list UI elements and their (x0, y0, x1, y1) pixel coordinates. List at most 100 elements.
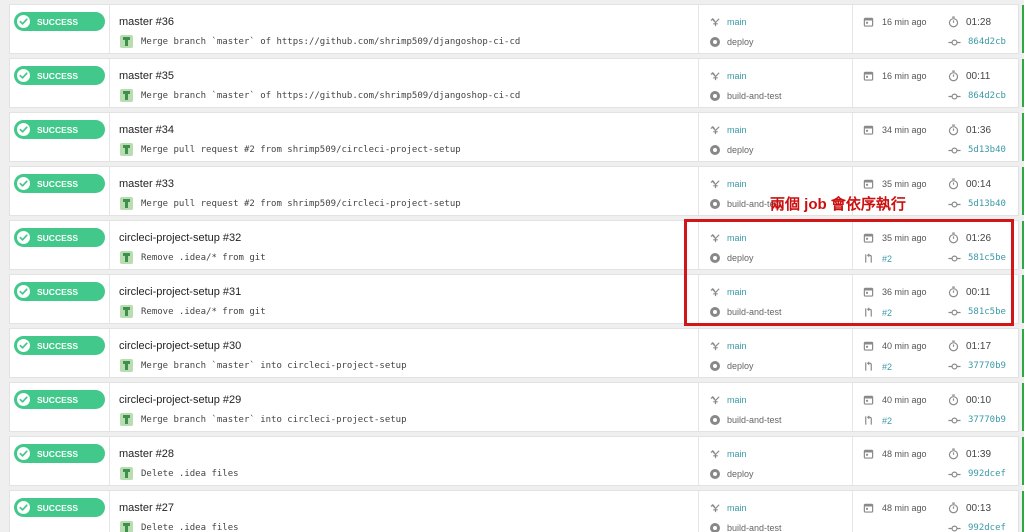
duration-info: 00:10 (948, 394, 991, 406)
commit-message: Remove .idea/* from git (141, 252, 266, 263)
commit-sha-info[interactable]: 864d2cb (948, 91, 1006, 101)
workflow-info[interactable]: deploy (710, 145, 754, 155)
workflow-icon (710, 523, 720, 532)
user-avatar (120, 89, 133, 102)
workflow-info[interactable]: deploy (710, 469, 754, 479)
time-info: 48 min ago (863, 448, 927, 459)
workflow-info[interactable]: deploy (710, 37, 754, 47)
column-divider (109, 167, 110, 215)
commit-sha[interactable]: 5d13b40 (968, 199, 1006, 209)
status-badge[interactable]: SUCCESS (14, 282, 105, 301)
build-row[interactable]: SUCCESS master #35 Merge branch `master`… (9, 58, 1024, 108)
workflow-name[interactable]: deploy (727, 361, 754, 371)
workflow-info[interactable]: deploy (710, 361, 754, 371)
branch-name[interactable]: main (727, 503, 747, 513)
stopwatch-icon (948, 394, 959, 406)
branch-name[interactable]: main (727, 71, 747, 81)
pr-number[interactable]: #2 (882, 362, 892, 372)
commit-sha[interactable]: 992dcef (968, 469, 1006, 479)
time-ago: 40 min ago (882, 340, 927, 351)
commit-sha-info[interactable]: 992dcef (948, 469, 1006, 479)
column-divider (109, 275, 110, 323)
duration-info: 00:13 (948, 502, 991, 514)
workflow-name[interactable]: deploy (727, 469, 754, 479)
pr-info[interactable]: #2 (863, 361, 892, 372)
status-badge[interactable]: SUCCESS (14, 444, 105, 463)
commit-sha[interactable]: 37770b9 (968, 361, 1006, 371)
build-row[interactable]: SUCCESS master #34 Merge pull request #2… (9, 112, 1024, 162)
commit-sha[interactable]: 992dcef (968, 523, 1006, 532)
build-title[interactable]: circleci-project-setup #30 (119, 340, 241, 352)
commit-message: Merge branch `master` into circleci-proj… (141, 414, 407, 425)
branch-name[interactable]: main (727, 341, 747, 351)
branch-name[interactable]: main (727, 125, 747, 135)
workflow-name[interactable]: build-and-test (727, 415, 782, 425)
commit-sha[interactable]: 5d13b40 (968, 145, 1006, 155)
status-badge[interactable]: SUCCESS (14, 498, 105, 517)
duration-info: 01:39 (948, 448, 991, 460)
commit-info: Merge pull request #2 from shrimp509/cir… (120, 143, 461, 156)
status-badge[interactable]: SUCCESS (14, 12, 105, 31)
branch-info[interactable]: main (710, 340, 747, 351)
branch-info[interactable]: main (710, 178, 747, 189)
branch-name[interactable]: main (727, 17, 747, 27)
pr-number[interactable]: #2 (882, 416, 892, 426)
workflow-name[interactable]: deploy (727, 145, 754, 155)
status-label: SUCCESS (37, 448, 79, 459)
commit-sha[interactable]: 864d2cb (968, 37, 1006, 47)
commit-sha-info[interactable]: 992dcef (948, 523, 1006, 532)
status-badge[interactable]: SUCCESS (14, 228, 105, 247)
build-title[interactable]: master #34 (119, 124, 174, 136)
build-title[interactable]: master #27 (119, 502, 174, 514)
workflow-name[interactable]: build-and-test (727, 91, 782, 101)
workflow-icon (710, 415, 720, 425)
branch-name[interactable]: main (727, 179, 747, 189)
workflow-info[interactable]: build-and-test (710, 523, 782, 532)
commit-icon (948, 92, 961, 101)
commit-sha-info[interactable]: 37770b9 (948, 415, 1006, 425)
build-title[interactable]: circleci-project-setup #29 (119, 394, 241, 406)
build-title[interactable]: master #35 (119, 70, 174, 82)
commit-sha[interactable]: 37770b9 (968, 415, 1006, 425)
commit-sha-info[interactable]: 5d13b40 (948, 145, 1006, 155)
commit-sha-info[interactable]: 5d13b40 (948, 199, 1006, 209)
branch-info[interactable]: main (710, 394, 747, 405)
workflow-info[interactable]: build-and-test (710, 91, 782, 101)
workflow-name[interactable]: deploy (727, 37, 754, 47)
build-title[interactable]: circleci-project-setup #31 (119, 286, 241, 298)
commit-sha-info[interactable]: 37770b9 (948, 361, 1006, 371)
branch-info[interactable]: main (710, 124, 747, 135)
stopwatch-icon (948, 178, 959, 190)
build-row[interactable]: SUCCESS master #27 Delete .idea files ma… (9, 490, 1024, 532)
status-badge[interactable]: SUCCESS (14, 390, 105, 409)
build-title[interactable]: master #33 (119, 178, 174, 190)
column-divider (852, 59, 853, 107)
build-row[interactable]: SUCCESS master #28 Delete .idea files ma… (9, 436, 1024, 486)
commit-sha-info[interactable]: 864d2cb (948, 37, 1006, 47)
workflow-icon (710, 361, 720, 371)
branch-info[interactable]: main (710, 448, 747, 459)
status-badge[interactable]: SUCCESS (14, 66, 105, 85)
duration: 01:36 (966, 124, 992, 136)
build-row[interactable]: SUCCESS circleci-project-setup #29 Merge… (9, 382, 1024, 432)
build-title[interactable]: circleci-project-setup #32 (119, 232, 241, 244)
pr-info[interactable]: #2 (863, 415, 892, 426)
build-row[interactable]: SUCCESS circleci-project-setup #30 Merge… (9, 328, 1024, 378)
branch-info[interactable]: main (710, 70, 747, 81)
commit-icon (948, 38, 961, 47)
branch-info[interactable]: main (710, 16, 747, 27)
branch-name[interactable]: main (727, 395, 747, 405)
status-badge[interactable]: SUCCESS (14, 120, 105, 139)
user-avatar (120, 305, 133, 318)
workflow-info[interactable]: build-and-test (710, 415, 782, 425)
status-badge[interactable]: SUCCESS (14, 336, 105, 355)
build-row[interactable]: SUCCESS master #36 Merge branch `master`… (9, 4, 1024, 54)
workflow-name[interactable]: build-and-test (727, 523, 782, 532)
branch-name[interactable]: main (727, 449, 747, 459)
branch-info[interactable]: main (710, 502, 747, 513)
commit-sha[interactable]: 864d2cb (968, 91, 1006, 101)
status-badge[interactable]: SUCCESS (14, 174, 105, 193)
build-title[interactable]: master #28 (119, 448, 174, 460)
user-avatar (120, 143, 133, 156)
build-title[interactable]: master #36 (119, 16, 174, 28)
